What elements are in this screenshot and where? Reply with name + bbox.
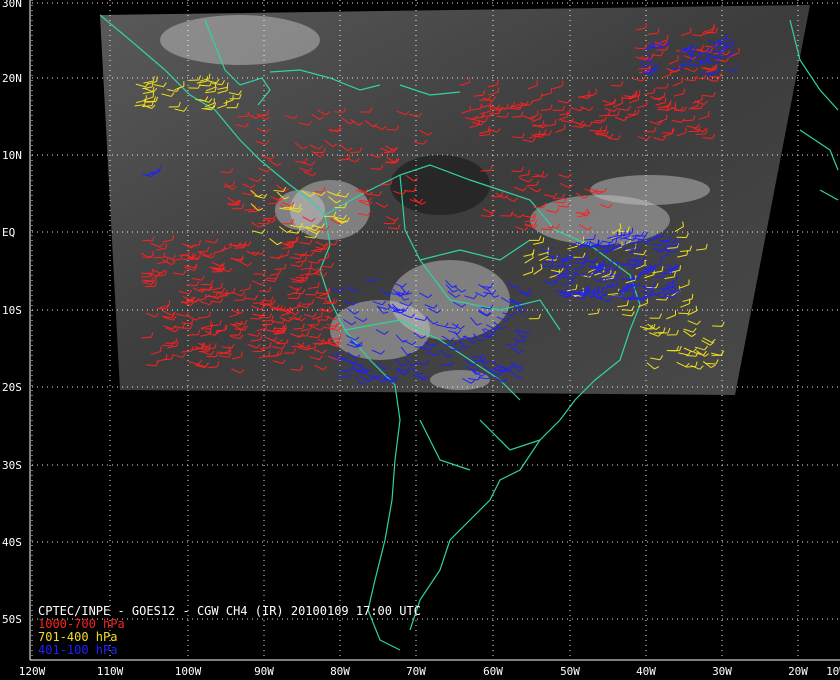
lat-label: 20S bbox=[2, 381, 22, 394]
lat-label: EQ bbox=[2, 226, 15, 239]
lon-label: 90W bbox=[254, 665, 274, 678]
lon-label: 60W bbox=[483, 665, 503, 678]
satellite-wind-map: 30N 20N 10N EQ 10S 20S 30S 40S 50S 120W 110W 100W 9… bbox=[0, 0, 840, 680]
lat-label: 50S bbox=[2, 613, 22, 626]
lon-label: 120W bbox=[19, 665, 46, 678]
map-title: CPTEC/INPE - GOES12 - CGW CH4 (IR) 20100… bbox=[38, 604, 421, 618]
lon-label: 100W bbox=[175, 665, 202, 678]
legend-low-level: 1000-700 hPa bbox=[38, 617, 125, 631]
legend-mid-level: 701-400 hPa bbox=[38, 630, 117, 644]
lat-label: 10N bbox=[2, 149, 22, 162]
lat-label: 20N bbox=[2, 72, 22, 85]
map-canvas: 30N 20N 10N EQ 10S 20S 30S 40S 50S 120W 110W 100W 9… bbox=[2, 0, 840, 678]
lon-label: 20W bbox=[788, 665, 808, 678]
lon-label: 30W bbox=[712, 665, 732, 678]
lon-label: 110W bbox=[97, 665, 124, 678]
lon-label: 40W bbox=[636, 665, 656, 678]
lat-label: 40S bbox=[2, 536, 22, 549]
lat-label: 30S bbox=[2, 459, 22, 472]
lat-label: 10S bbox=[2, 304, 22, 317]
lat-label: 30N bbox=[2, 0, 22, 10]
legend-high-level: 401-100 hPa bbox=[38, 643, 117, 657]
latitude-labels: 30N 20N 10N EQ 10S 20S 30S 40S 50S bbox=[2, 0, 22, 626]
lon-label: 70W bbox=[406, 665, 426, 678]
lon-label: 50W bbox=[560, 665, 580, 678]
longitude-labels: 120W 110W 100W 90W 80W 70W 60W 50W 40W 30W 20W 10W bbox=[19, 665, 840, 678]
lon-label: 10W bbox=[826, 665, 840, 678]
lon-label: 80W bbox=[330, 665, 350, 678]
